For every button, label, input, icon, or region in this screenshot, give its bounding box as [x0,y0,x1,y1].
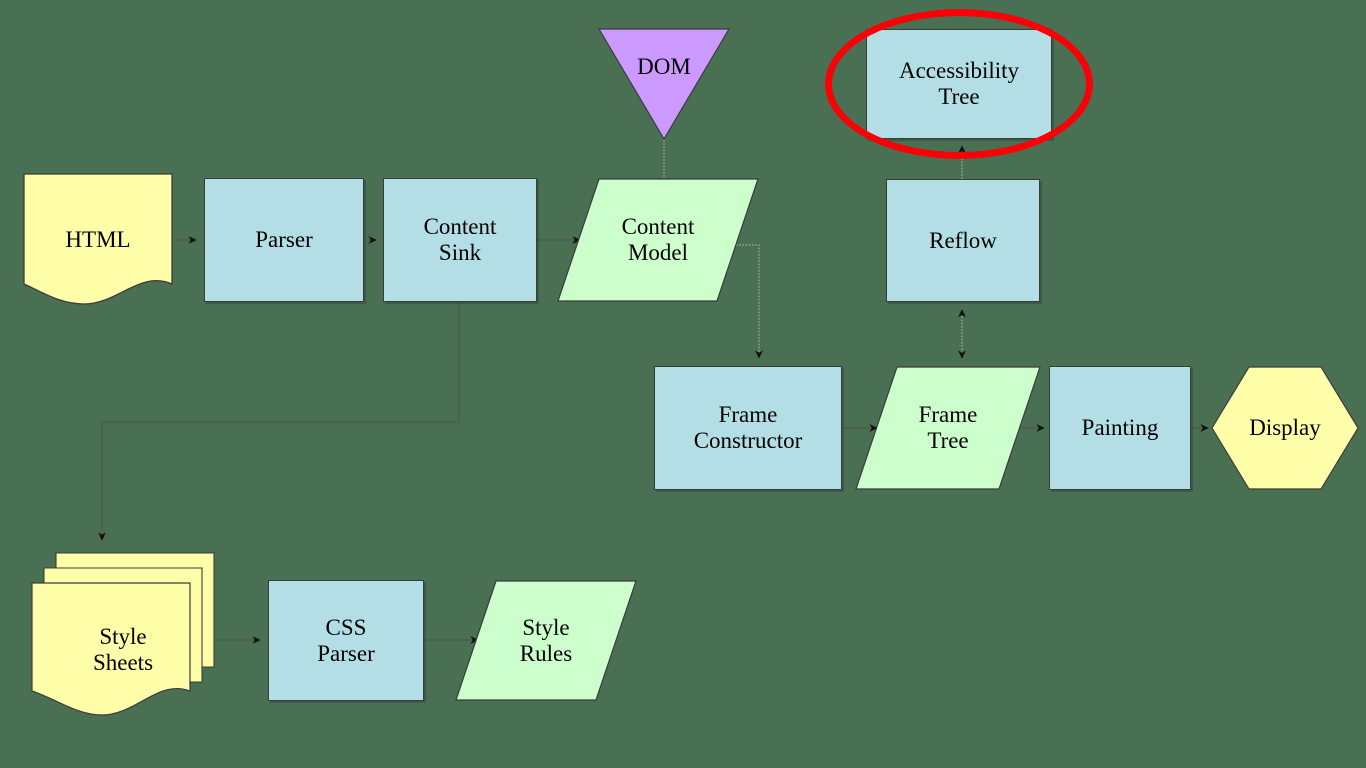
node-reflow-label: Reflow [929,227,997,253]
multi-document-shape-icon [31,552,215,716]
node-parser[interactable]: Parser [204,178,364,302]
node-dom[interactable]: DOM [597,28,731,141]
node-frame-tree[interactable]: Frame Tree [855,366,1041,490]
node-css-parser[interactable]: CSS Parser [268,580,424,701]
node-style-sheets[interactable]: Style Sheets [30,549,216,719]
flowchart-canvas: HTML Parser Content Sink Content Model D… [0,0,1366,768]
document-shape-icon [23,173,173,305]
node-frame-constructor[interactable]: Frame Constructor [654,366,842,490]
parallelogram-shape-icon [455,580,637,701]
edge-content-sink-to-style-sheets [98,302,460,541]
node-frame-constructor-label: Frame Constructor [693,402,803,453]
triangle-down-shape-icon [597,28,731,141]
node-css-parser-label: CSS Parser [317,614,375,666]
node-display[interactable]: Display [1211,366,1359,490]
parallelogram-shape-icon [855,366,1041,490]
node-content-sink[interactable]: Content Sink [383,178,537,302]
node-painting[interactable]: Painting [1049,366,1191,490]
accessibility-tree-highlight-annotation [825,9,1093,159]
node-style-rules[interactable]: Style Rules [455,580,637,701]
node-html[interactable]: HTML [22,172,174,308]
parallelogram-shape-icon [557,178,759,302]
node-content-sink-label: Content Sink [423,214,497,265]
node-content-model[interactable]: Content Model [557,178,759,302]
node-painting-label: Painting [1081,415,1159,441]
node-reflow[interactable]: Reflow [886,179,1040,302]
node-parser-label: Parser [255,227,313,253]
hexagon-shape-icon [1211,366,1359,490]
